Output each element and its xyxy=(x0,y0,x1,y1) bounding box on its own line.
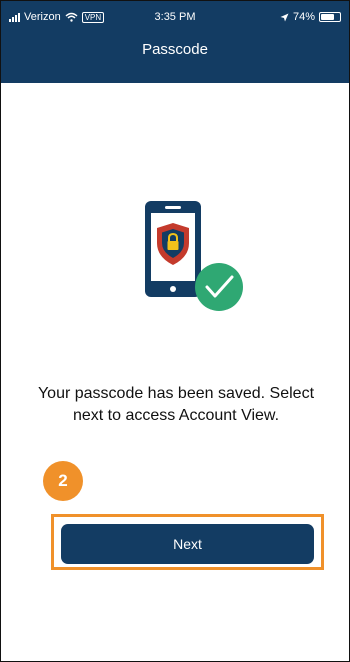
step-badge: 2 xyxy=(43,461,83,501)
app-header: Verizon VPN 3:35 PM 74% Passcode xyxy=(1,1,349,83)
next-button[interactable]: Next xyxy=(61,524,314,564)
phone-shield-success-icon xyxy=(145,201,243,311)
status-bar: Verizon VPN 3:35 PM 74% xyxy=(1,11,349,27)
location-arrow-icon xyxy=(280,13,289,21)
page-title: Passcode xyxy=(142,41,208,58)
app-screen: Verizon VPN 3:35 PM 74% Passcode Your pa… xyxy=(0,0,350,662)
status-right: 74% xyxy=(280,11,341,23)
confirmation-message: Your passcode has been saved. Select nex… xyxy=(37,385,315,424)
battery-percent: 74% xyxy=(292,11,315,23)
battery-icon xyxy=(319,12,341,22)
